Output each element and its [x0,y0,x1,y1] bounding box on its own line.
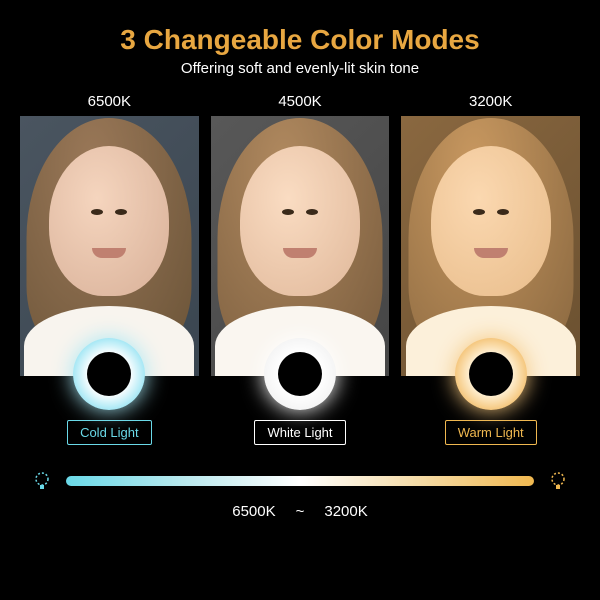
ring-light-icon [264,338,336,410]
sample-photo-white [211,116,390,376]
scale-range: 6500K ~ 3200K [0,503,600,520]
subtitle: Offering soft and evenly-lit skin tone [0,60,600,77]
sample-photo-cold [20,116,199,376]
scale-sep: ~ [296,503,305,520]
bulb-icon [30,469,54,493]
mode-label-warm: Warm Light [445,420,537,445]
panel-warm: 3200K Warm Light [401,93,580,445]
temp-label-cold: 6500K [20,93,199,110]
temp-label-warm: 3200K [401,93,580,110]
scale-from: 6500K [232,503,275,520]
mode-label-white: White Light [254,420,345,445]
mode-label-cold: Cold Light [67,420,152,445]
scale-to: 3200K [324,503,367,520]
panel-cold: 6500K Cold Light [20,93,199,445]
bulb-icon [546,469,570,493]
ring-light-icon [73,338,145,410]
ring-light-icon [455,338,527,410]
panel-white: 4500K White Light [211,93,390,445]
color-mode-panels: 6500K Cold Light 4500K White Light 3200K… [0,93,600,445]
main-title: 3 Changeable Color Modes [0,24,600,56]
sample-photo-warm [401,116,580,376]
gradient-bar [66,476,534,486]
temperature-scale [30,469,570,493]
temp-label-white: 4500K [211,93,390,110]
